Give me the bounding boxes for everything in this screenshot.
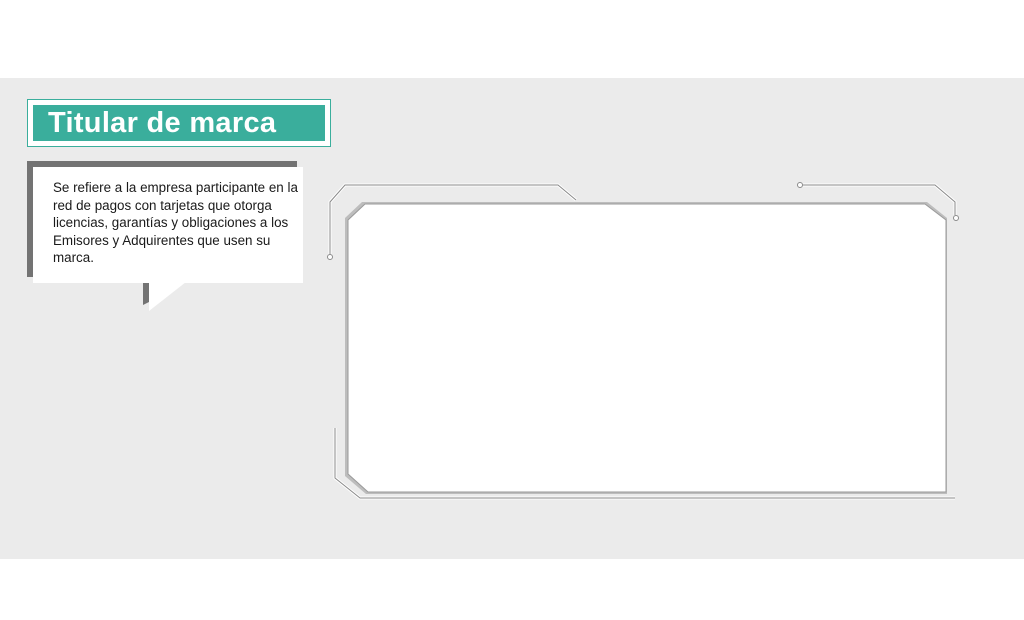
frame-node-top-right [797, 182, 803, 188]
frame-node-left [327, 254, 333, 260]
image-panel [347, 203, 947, 493]
frame-node-right [953, 215, 959, 221]
image-frame [327, 182, 959, 500]
